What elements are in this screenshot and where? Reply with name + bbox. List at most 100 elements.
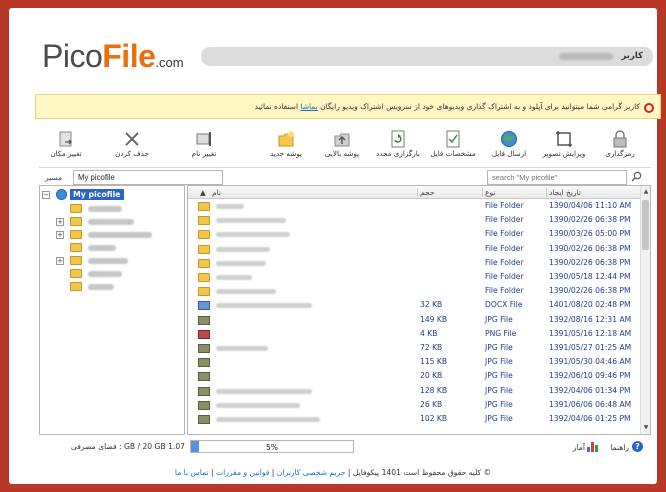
help-link[interactable]: راهنما bbox=[610, 443, 629, 452]
table-row[interactable]: 128 KB JPG File 1392/04/06 01:34 PM bbox=[188, 386, 641, 397]
lock-button[interactable]: رمزگذاری bbox=[593, 128, 647, 166]
blurred-name bbox=[216, 289, 276, 295]
column-size[interactable]: حجم bbox=[420, 188, 434, 197]
reload-button[interactable]: بارگزاری مجدد bbox=[371, 128, 425, 166]
scroll-thumb[interactable] bbox=[642, 200, 649, 250]
stats-icon[interactable] bbox=[587, 442, 599, 452]
expand-icon[interactable]: + bbox=[56, 231, 64, 239]
blurred-name bbox=[88, 232, 152, 238]
table-row[interactable]: 32 KB DOCX File 1401/08/20 02:48 PM bbox=[188, 300, 641, 311]
parent-folder-button[interactable]: پوشه بالایی bbox=[315, 128, 369, 166]
file-date: 1391/05/30 04:46 AM bbox=[549, 357, 632, 367]
folder-icon bbox=[198, 287, 210, 297]
table-row[interactable]: File Folder 1390/03/26 05:00 PM bbox=[188, 229, 641, 240]
table-row[interactable]: File Folder 1390/05/18 12:44 PM bbox=[188, 272, 641, 283]
table-row[interactable]: 115 KB JPG File 1391/05/30 04:46 AM bbox=[188, 357, 641, 368]
tree-item[interactable] bbox=[40, 204, 180, 216]
username-redacted bbox=[559, 53, 613, 60]
tree-item[interactable] bbox=[40, 269, 180, 281]
notice-icon bbox=[644, 103, 654, 113]
table-row[interactable]: File Folder 1390/02/26 06:38 PM bbox=[188, 215, 641, 226]
table-row[interactable]: 26 KB JPG File 1391/06/06 06:48 AM bbox=[188, 400, 641, 411]
file-properties-icon bbox=[443, 130, 463, 148]
send-file-button[interactable]: ارسال فایل bbox=[482, 128, 536, 166]
tree-item[interactable] bbox=[40, 282, 180, 294]
terms-link[interactable]: قوانین و مقررات bbox=[216, 468, 269, 477]
move-icon bbox=[56, 130, 76, 148]
folder-icon bbox=[198, 258, 210, 268]
blurred-name bbox=[216, 204, 244, 209]
rename-button[interactable]: تغییر نام bbox=[177, 128, 231, 166]
delete-label: حذف کردن bbox=[115, 149, 149, 158]
file-properties-button[interactable]: مشخصات فایل bbox=[426, 128, 480, 166]
file-date: 1390/02/26 06:38 PM bbox=[549, 243, 631, 253]
blurred-name bbox=[216, 388, 312, 394]
rename-label: تغییر نام bbox=[191, 149, 217, 158]
move-button[interactable]: تغییر مکان bbox=[39, 128, 93, 166]
column-type[interactable]: نوع bbox=[485, 188, 495, 197]
search-icon[interactable] bbox=[629, 171, 643, 184]
delete-button[interactable]: حذف کردن bbox=[105, 128, 159, 166]
tree-item[interactable] bbox=[40, 243, 180, 255]
file-type: JPG File bbox=[485, 371, 513, 381]
table-row[interactable]: File Folder 1390/02/26 06:38 PM bbox=[188, 258, 641, 269]
copyright-text: © کلیه حقوق محفوظ است 1401 پیکوفایل | bbox=[345, 468, 492, 477]
blurred-name bbox=[216, 275, 252, 280]
picofile-logo[interactable]: PicoFile.com bbox=[42, 36, 184, 83]
sort-arrow-icon[interactable]: ▲ bbox=[200, 188, 206, 197]
table-row[interactable]: File Folder 1390/02/26 06:38 PM bbox=[188, 286, 641, 297]
file-size: 102 KB bbox=[420, 414, 448, 423]
new-folder-button[interactable]: پوشه جدید bbox=[259, 128, 313, 166]
folder-icon bbox=[198, 244, 210, 254]
file-date: 1390/04/06 11:10 AM bbox=[549, 201, 632, 210]
new-folder-label: پوشه جدید bbox=[270, 149, 302, 158]
blurred-name bbox=[216, 402, 300, 408]
path-row: مسیر bbox=[39, 170, 651, 185]
edit-image-button[interactable]: ویرایش تصویر bbox=[537, 128, 591, 166]
file-date: 1391/05/16 12:18 AM bbox=[549, 328, 632, 338]
expand-icon[interactable]: + bbox=[56, 257, 64, 265]
tree-root-label[interactable]: My picofile bbox=[70, 189, 124, 200]
tree-item[interactable]: + bbox=[40, 256, 180, 268]
scroll-up-icon[interactable]: ▲ bbox=[641, 187, 650, 197]
tree-root[interactable]: − My picofile bbox=[40, 189, 180, 202]
table-row[interactable]: File Folder 1390/04/06 11:10 AM bbox=[188, 201, 641, 212]
expand-icon[interactable]: + bbox=[56, 218, 64, 226]
scroll-down-icon[interactable]: ▼ bbox=[641, 423, 650, 433]
table-row[interactable]: 149 KB JPG File 1392/08/16 12:31 AM bbox=[188, 315, 641, 326]
privacy-link[interactable]: حریم شخصی کاربران bbox=[277, 468, 346, 477]
table-row[interactable]: 72 KB JPG File 1391/05/27 01:25 AM bbox=[188, 343, 641, 354]
folder-up-icon bbox=[332, 130, 352, 148]
column-divider bbox=[546, 188, 547, 197]
help-icon[interactable]: ? bbox=[632, 441, 643, 452]
quota-text: 1.07 GB / 20 GB : فضای مصرفی bbox=[70, 442, 185, 451]
doc-file-icon bbox=[198, 301, 210, 311]
vertical-scrollbar[interactable]: ▲ ▼ bbox=[640, 186, 650, 434]
file-size: 72 KB bbox=[420, 343, 443, 352]
tree-item[interactable]: + bbox=[40, 230, 180, 242]
path-input[interactable] bbox=[73, 170, 223, 185]
table-row[interactable]: 4 KB PNG File 1391/05/16 12:18 AM bbox=[188, 329, 641, 340]
move-label: تغییر مکان bbox=[50, 149, 82, 158]
file-type: File Folder bbox=[485, 229, 524, 239]
file-size: 115 KB bbox=[420, 357, 448, 367]
jpg-file-icon bbox=[198, 386, 210, 396]
notice-link[interactable]: بماشا bbox=[300, 102, 317, 111]
lock-label: رمزگذاری bbox=[605, 149, 635, 158]
table-row[interactable]: 20 KB JPG File 1392/06/10 09:46 PM bbox=[188, 371, 641, 382]
quota-progress: 5% bbox=[190, 440, 354, 453]
file-date: 1390/02/26 06:38 PM bbox=[549, 257, 631, 267]
table-row[interactable]: File Folder 1390/02/26 06:38 PM bbox=[188, 244, 641, 255]
blurred-name bbox=[88, 284, 114, 290]
search-input[interactable] bbox=[487, 170, 627, 185]
column-name[interactable]: نام bbox=[212, 188, 221, 197]
tree-item[interactable]: + bbox=[40, 217, 180, 229]
stats-link[interactable]: آمار bbox=[573, 443, 585, 452]
jpg-file-icon bbox=[198, 358, 210, 368]
contact-link[interactable]: تماس با ما bbox=[175, 468, 209, 477]
column-date[interactable]: تاریخ ایجاد bbox=[549, 188, 581, 197]
file-type: File Folder bbox=[485, 257, 524, 267]
notice-banner: کاربر گرامی شما میتوانید برای آپلود و به… bbox=[35, 94, 661, 119]
table-row[interactable]: 102 KB JPG File 1392/04/06 01:25 PM bbox=[188, 414, 641, 425]
collapse-icon[interactable]: − bbox=[42, 191, 50, 199]
